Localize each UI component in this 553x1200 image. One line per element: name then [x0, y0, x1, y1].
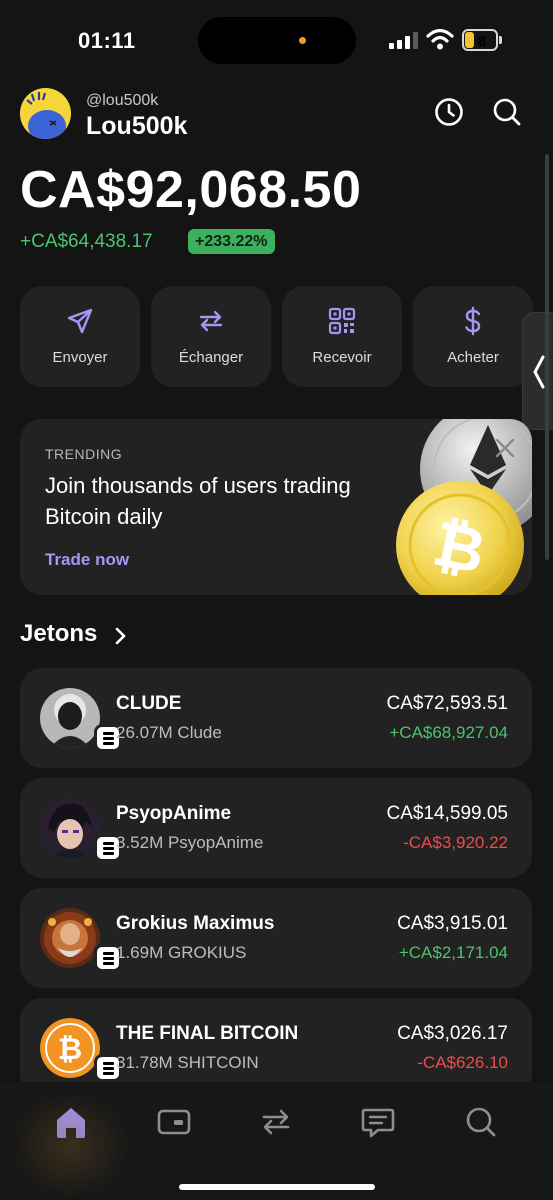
user-handle: @lou500k — [86, 92, 159, 109]
scrollbar[interactable] — [545, 154, 549, 560]
history-clock-icon[interactable] — [433, 96, 465, 128]
token-value: CA$14,599.05 — [386, 803, 509, 824]
portfolio-change-badge: +233.22% — [188, 229, 275, 254]
token-name: Grokius Maximus — [116, 913, 275, 934]
wifi-icon — [426, 28, 454, 50]
token-change: -CA$626.10 — [417, 1053, 508, 1072]
swap-label: Échanger — [178, 349, 244, 366]
token-change: +CA$2,171.04 — [398, 943, 508, 962]
token-name: CLUDE — [116, 693, 182, 714]
trending-title: Join thousands of users trading Bitcoin … — [45, 473, 351, 529]
token-name: THE FINAL BITCOIN — [116, 1023, 299, 1044]
dynamic-island — [198, 17, 356, 64]
token-change: +CA$68,927.04 — [389, 723, 508, 742]
token-avatar: ₿ — [40, 1018, 100, 1078]
trade-now-link[interactable]: Trade now — [45, 550, 129, 570]
send-button[interactable]: Envoyer — [20, 286, 140, 387]
token-avatar — [40, 798, 100, 858]
wallet-card-icon[interactable] — [154, 1102, 194, 1142]
send-icon — [67, 308, 93, 334]
dollar-icon — [465, 306, 481, 336]
token-row[interactable]: ₿ THE FINAL BITCOIN 31.78M SHITCOIN CA$3… — [20, 998, 532, 1082]
send-label: Envoyer — [52, 349, 108, 366]
chevron-right-icon[interactable] — [113, 627, 127, 645]
token-amount: 31.78M SHITCOIN — [116, 1053, 259, 1072]
close-icon[interactable] — [494, 437, 516, 459]
token-amount: 3.52M PsyopAnime — [116, 833, 264, 852]
svg-text:₿: ₿ — [58, 1032, 82, 1067]
username[interactable]: Lou500k — [86, 112, 187, 141]
search-icon[interactable] — [491, 96, 523, 128]
profile-avatar[interactable] — [20, 88, 71, 139]
buy-label: Acheter — [447, 349, 499, 366]
qr-code-icon — [328, 307, 356, 335]
trending-card[interactable]: TRENDING Join thousands of users trading… — [20, 419, 532, 595]
portfolio-balance: CA$92,068.50 — [20, 161, 362, 219]
token-avatar — [40, 688, 100, 748]
home-indicator[interactable] — [179, 1184, 375, 1190]
status-time: 01:11 — [78, 28, 136, 53]
token-name: PsyopAnime — [116, 803, 232, 824]
swap-nav-icon[interactable] — [256, 1102, 296, 1142]
swap-button[interactable]: Échanger — [151, 286, 271, 387]
cellular-signal-icon — [389, 32, 418, 49]
chat-icon[interactable] — [358, 1102, 398, 1142]
receive-label: Recevoir — [312, 349, 372, 366]
trending-label: TRENDING — [45, 446, 123, 462]
battery-icon: 8 — [462, 29, 502, 51]
receive-button[interactable]: Recevoir — [282, 286, 402, 387]
token-row[interactable]: Grokius Maximus 1.69M GROKIUS CA$3,915.0… — [20, 888, 532, 988]
tokens-section-title[interactable]: Jetons — [20, 620, 97, 648]
search-nav-icon[interactable] — [461, 1102, 501, 1142]
token-value: CA$72,593.51 — [386, 693, 509, 714]
token-amount: 26.07M Clude — [116, 723, 222, 742]
battery-level: 8 — [477, 33, 487, 50]
token-value: CA$3,915.01 — [397, 913, 508, 934]
status-bar: 01:11 8 — [0, 0, 553, 80]
swap-icon — [199, 310, 223, 332]
buy-button[interactable]: Acheter — [413, 286, 533, 387]
token-row[interactable]: CLUDE 26.07M Clude CA$72,593.51 +CA$68,9… — [20, 668, 532, 768]
token-avatar — [40, 908, 100, 968]
recording-indicator-dot — [299, 37, 306, 44]
home-tab-glow — [10, 1090, 130, 1200]
token-list-clip: ₿ THE FINAL BITCOIN 31.78M SHITCOIN CA$3… — [0, 990, 553, 1082]
portfolio-change: +CA$64,438.17 — [20, 231, 153, 252]
token-amount: 1.69M GROKIUS — [116, 943, 247, 962]
token-change: -CA$3,920.22 — [403, 833, 508, 852]
token-value: CA$3,026.17 — [397, 1023, 508, 1044]
token-row[interactable]: PsyopAnime 3.52M PsyopAnime CA$14,599.05… — [20, 778, 532, 878]
